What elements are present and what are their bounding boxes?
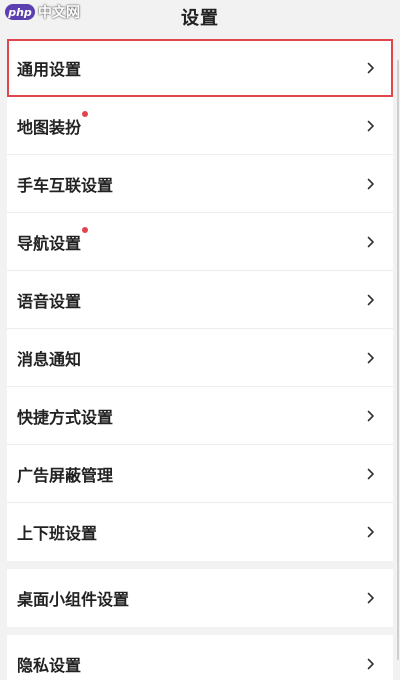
- settings-item-label: 语音设置: [17, 291, 82, 311]
- chevron-right-icon: [367, 658, 374, 670]
- settings-item-label: 地图装扮: [17, 110, 89, 138]
- settings-item-label-text: 导航设置: [17, 233, 82, 253]
- settings-item-label: 消息通知: [17, 349, 82, 369]
- chevron-right-icon: [367, 526, 374, 538]
- settings-item-label: 广告屏蔽管理: [17, 465, 114, 485]
- red-dot-badge: [82, 110, 89, 117]
- settings-group-privacy: 隐私设置: [7, 635, 393, 680]
- watermark: php 中文网: [5, 3, 80, 21]
- chevron-right-icon: [367, 410, 374, 421]
- settings-item-notifications[interactable]: 消息通知: [7, 329, 393, 387]
- chevron-right-icon: [367, 62, 374, 73]
- settings-item-label: 手车互联设置: [17, 175, 114, 195]
- settings-item-label: 上下班设置: [17, 524, 98, 543]
- settings-item-car-link[interactable]: 手车互联设置: [7, 155, 393, 213]
- settings-item-map-skin[interactable]: 地图装扮: [7, 97, 393, 155]
- chevron-right-icon: [367, 236, 374, 247]
- group-divider: [7, 627, 393, 635]
- settings-item-label: 快捷方式设置: [17, 407, 114, 427]
- settings-screen: php 中文网 设置 通用设置 地图装扮 手车互联设置 导航设置 语音设置 消息…: [0, 0, 400, 680]
- chevron-right-icon: [367, 178, 374, 189]
- chevron-right-icon: [367, 468, 374, 479]
- chevron-right-icon: [367, 352, 374, 363]
- settings-item-general[interactable]: 通用设置: [7, 39, 393, 97]
- settings-item-label: 桌面小组件设置: [17, 590, 130, 609]
- scrollbar[interactable]: [397, 60, 399, 660]
- settings-group-main: 通用设置 地图装扮 手车互联设置 导航设置 语音设置 消息通知 快捷方式设置 广…: [7, 39, 393, 561]
- settings-item-shortcuts[interactable]: 快捷方式设置: [7, 387, 393, 445]
- settings-item-label: 隐私设置: [17, 656, 82, 675]
- chevron-right-icon: [367, 120, 374, 131]
- settings-group-widgets: 桌面小组件设置: [7, 569, 393, 627]
- watermark-text: 中文网: [38, 5, 80, 21]
- settings-item-label-text: 地图装扮: [17, 117, 82, 137]
- settings-item-commute[interactable]: 上下班设置: [7, 503, 393, 561]
- group-divider: [7, 561, 393, 569]
- settings-item-label: 通用设置: [17, 59, 82, 79]
- settings-item-label: 导航设置: [17, 226, 89, 254]
- settings-list: 通用设置 地图装扮 手车互联设置 导航设置 语音设置 消息通知 快捷方式设置 广…: [7, 39, 393, 680]
- settings-item-navigation[interactable]: 导航设置: [7, 213, 393, 271]
- chevron-right-icon: [367, 592, 374, 604]
- settings-item-privacy[interactable]: 隐私设置: [7, 635, 393, 680]
- chevron-right-icon: [367, 294, 374, 305]
- settings-item-voice[interactable]: 语音设置: [7, 271, 393, 329]
- page-title: 设置: [181, 8, 219, 29]
- settings-item-widgets[interactable]: 桌面小组件设置: [7, 569, 393, 627]
- watermark-logo: php: [5, 4, 35, 20]
- settings-item-ad-block[interactable]: 广告屏蔽管理: [7, 445, 393, 503]
- red-dot-badge: [82, 226, 89, 233]
